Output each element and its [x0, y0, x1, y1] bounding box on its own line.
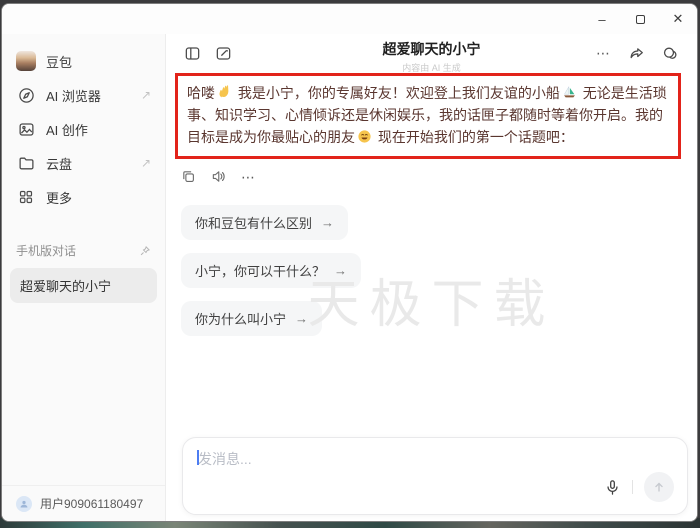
app-body: 豆包 AI 浏览器 ↗ — [2, 34, 697, 521]
sidebar-item-label: AI 浏览器 — [46, 86, 101, 105]
text-caret — [197, 450, 199, 465]
desktop-background: – ✕ 豆包 — [0, 0, 700, 528]
suggestion-chip[interactable]: 你和豆包有什么区别 → — [181, 205, 348, 240]
doubao-app-window: – ✕ 豆包 — [1, 3, 698, 522]
folder-icon — [16, 153, 36, 173]
sailboat-emoji — [562, 85, 577, 100]
sidebar-item-doubao[interactable]: 豆包 — [2, 44, 165, 78]
grid-icon — [16, 187, 36, 207]
more-options-icon[interactable]: ⋯ — [596, 48, 611, 58]
sidebar-toggle-icon[interactable] — [184, 45, 201, 62]
close-button[interactable]: ✕ — [659, 4, 697, 34]
sidebar-spacer — [2, 303, 165, 485]
sidebar-item-label: 豆包 — [46, 52, 72, 71]
new-chat-icon[interactable] — [215, 45, 232, 62]
overlap-circles-icon[interactable] — [662, 45, 679, 62]
copy-icon[interactable] — [181, 169, 196, 184]
suggestion-chip[interactable]: 你为什么叫小宁 → — [181, 301, 322, 336]
assistant-greeting-message: 哈喽 我是小宁，你的专属好友！欢迎登上我们友谊的小船 无论是生活琐事、知识学习、… — [187, 82, 669, 148]
tool-divider — [632, 480, 633, 494]
user-id-label: 用户909061180497 — [40, 495, 143, 512]
doubao-avatar — [16, 51, 36, 71]
sidebar-item-ai-create[interactable]: AI 创作 — [2, 112, 165, 146]
pin-icon[interactable] — [139, 245, 151, 257]
message-input[interactable] — [198, 449, 673, 483]
window-titlebar: – ✕ — [2, 4, 697, 34]
message-composer — [182, 437, 688, 515]
smiley-emoji — [357, 129, 372, 144]
sidebar-item-label: 云盘 — [46, 154, 72, 173]
compass-icon — [16, 85, 36, 105]
microphone-icon[interactable] — [604, 479, 621, 496]
composer-tools — [604, 472, 674, 502]
speaker-icon[interactable] — [211, 169, 226, 184]
maximize-icon — [636, 15, 645, 24]
send-button[interactable] — [644, 472, 674, 502]
header-left-actions — [184, 45, 232, 62]
suggestion-chip[interactable]: 小宁，你可以干什么？ → — [181, 253, 361, 288]
chat-title-block: 超爱聊天的小宁 内容由 AI 生成 — [383, 39, 481, 74]
sidebar-item-cloud-drive[interactable]: 云盘 ↗ — [2, 146, 165, 180]
sidebar: 豆包 AI 浏览器 ↗ — [2, 34, 166, 521]
chat-title: 超爱聊天的小宁 — [383, 39, 481, 59]
external-link-icon: ↗ — [141, 156, 151, 170]
arrow-right-icon: → — [295, 311, 308, 326]
external-link-icon: ↗ — [141, 88, 151, 102]
user-avatar-icon — [16, 496, 32, 512]
conversation-section-header: 手机版对话 — [2, 236, 165, 265]
chat-header: 超爱聊天的小宁 内容由 AI 生成 ⋯ — [166, 34, 697, 72]
sidebar-item-ai-browser[interactable]: AI 浏览器 ↗ — [2, 78, 165, 112]
user-account-row[interactable]: 用户909061180497 — [2, 485, 165, 521]
arrow-right-icon: → — [334, 263, 347, 278]
section-label: 手机版对话 — [16, 242, 76, 259]
chat-main: 超爱聊天的小宁 内容由 AI 生成 ⋯ — [166, 34, 697, 521]
arrow-right-icon: → — [321, 215, 334, 230]
wave-emoji — [217, 85, 232, 100]
sidebar-item-more[interactable]: 更多 — [2, 180, 165, 214]
message-actions: ⋯ — [181, 169, 697, 184]
sidebar-item-label: 更多 — [46, 188, 72, 207]
annotation-box: 哈喽 我是小宁，你的专属好友！欢迎登上我们友谊的小船 无论是生活琐事、知识学习、… — [175, 73, 681, 159]
conversation-item-xiaoning[interactable]: 超爱聊天的小宁 — [10, 268, 157, 303]
message-more-icon[interactable]: ⋯ — [241, 172, 256, 182]
share-icon[interactable] — [628, 45, 645, 62]
image-icon — [16, 119, 36, 139]
ai-generated-notice: 内容由 AI 生成 — [383, 61, 481, 74]
minimize-button[interactable]: – — [583, 4, 621, 34]
sidebar-item-label: AI 创作 — [46, 120, 88, 139]
maximize-button[interactable] — [621, 4, 659, 34]
suggestion-chips: 你和豆包有什么区别 → 小宁，你可以干什么？ → 你为什么叫小宁 → — [181, 205, 697, 336]
header-right-actions: ⋯ — [596, 45, 679, 62]
